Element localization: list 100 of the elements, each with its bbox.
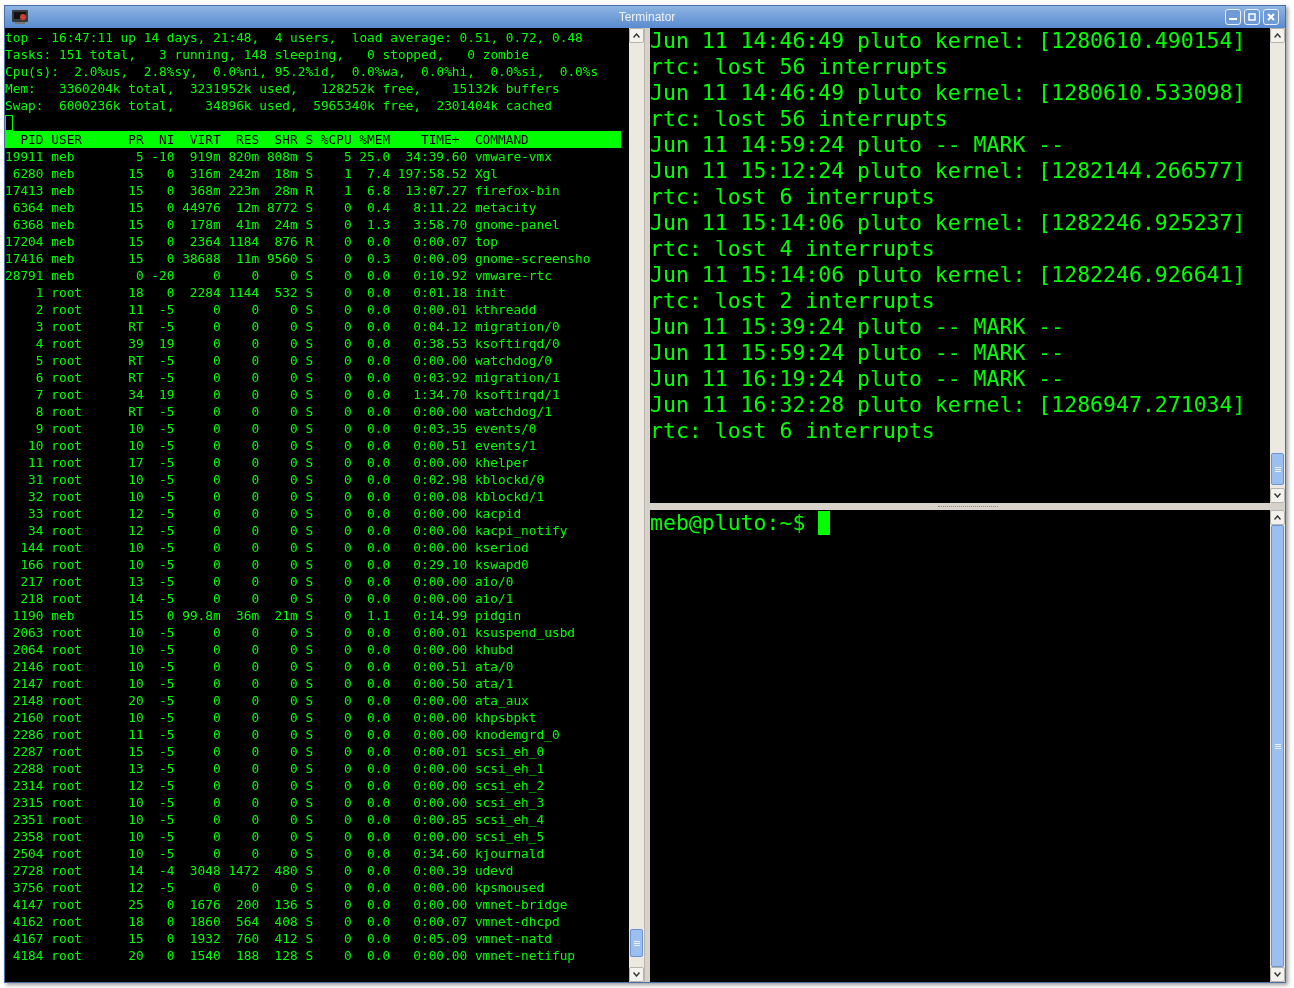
table-cell: S [305,267,314,284]
table-cell-text: 0:00.00 [412,573,468,590]
table-cell-text: 1860 [188,913,221,930]
table-cell-text: 0 [342,403,352,420]
scroll-thumb[interactable] [1271,525,1284,967]
table-cell-text: khelper [474,454,530,471]
chevron-down-icon [1274,493,1281,498]
table-cell-text: 2146 [11,658,44,675]
minimize-button[interactable] [1225,9,1241,25]
table-cell-text: -5 [158,369,175,386]
table-cell-text: kacpi_notify [474,522,569,539]
table-cell-text: meb [51,607,76,624]
table-cell-text: 0 [342,913,352,930]
table-cell-text: ksoftirqd/1 [474,386,561,403]
table-cell-text: 5 [34,352,44,369]
column-header[interactable]: RES [228,131,260,148]
table-cell-text: 0 [289,828,298,845]
table-cell-text: 3048 [188,862,221,879]
table-cell-text: 0 [342,437,352,454]
terminal-line: rtc: lost 6 interrupts [650,184,936,210]
table-cell-text: 0 [211,641,221,658]
table-cell-text: 0.0 [366,505,391,522]
column-header[interactable]: %CPU [320,131,352,148]
table-cell-text: 0 [342,556,352,573]
table-cell-text: gnome-screensho [474,250,592,267]
close-icon [1267,13,1275,21]
column-header[interactable]: USER [51,131,113,148]
scrollbar[interactable] [1270,510,1285,982]
table-cell-text: 0 [342,250,352,267]
table-cell: S [305,573,314,590]
scroll-up-button[interactable] [1270,28,1285,43]
table-cell-text: 0.3 [366,250,391,267]
table-cell-text: root [51,522,84,539]
terminal-pane[interactable] [5,28,629,982]
table-cell-text: khpsbpkt [474,709,538,726]
table-cell-text: root [51,777,84,794]
table-cell-text: 0.0 [366,692,391,709]
table-cell-text: root [51,760,84,777]
table-cell-text: 0 [289,641,298,658]
grip-icon [1274,743,1281,749]
table-cell-text: 0 [211,301,221,318]
table-cell-text: 32 [27,488,44,505]
table-cell: S [305,216,314,233]
column-header[interactable]: PR [120,131,144,148]
table-cell-text: 15 [127,743,144,760]
table-cell-text: root [51,352,84,369]
table-cell-text: 10 [127,420,144,437]
table-cell-text: 0 [289,403,298,420]
table-cell: 9560 [266,250,298,267]
terminal-pane[interactable]: meb@pluto:~$ [650,510,1270,982]
scroll-thumb[interactable] [1271,453,1284,485]
column-header[interactable]: %MEM [359,131,391,148]
column-header[interactable]: SHR [266,131,298,148]
table-cell-text: 41m [235,216,260,233]
column-header[interactable]: S [305,131,314,148]
table-cell-text: 2286 [11,726,44,743]
terminal-line: Jun 11 15:59:24 pluto -- MARK -- [650,340,1066,366]
column-header[interactable]: COMMAND [474,131,621,148]
terminal-pane[interactable] [650,28,1270,503]
terminal-line: Jun 11 14:46:49 pluto kernel: [1280610.490154] [650,28,1247,54]
scroll-down-button[interactable] [1270,967,1285,982]
column-header[interactable]: NI [151,131,175,148]
scroll-up-button[interactable] [1270,510,1285,525]
table-cell-text: 0 [250,403,260,420]
table-cell-text: 876 [273,233,298,250]
table-cell-text: 0.0 [366,420,391,437]
table-cell-text: 0 [250,624,260,641]
table-cell-text: 0:00.08 [412,488,468,505]
column-header[interactable]: PID [5,131,44,148]
table-cell-text: 0 [250,539,260,556]
column-header[interactable]: TIME+ [397,131,468,148]
table-cell-text: meb [51,165,76,182]
table-cell: S [305,607,314,624]
table-cell-text: 2284 [188,284,221,301]
table-cell-text: 0 [211,488,221,505]
table-cell: S [305,318,314,335]
scroll-down-button[interactable] [629,967,644,982]
table-cell-text: 10 [127,471,144,488]
scrollbar[interactable] [629,28,644,982]
table-cell-text: 0 [342,488,352,505]
scroll-down-button[interactable] [1270,488,1285,503]
scrollbar[interactable] [1270,28,1285,503]
table-cell-text: root [51,913,84,930]
table-cell-text: 0 [250,437,260,454]
table-cell-text: RT [127,369,144,386]
terminal-line: Jun 11 14:59:24 pluto -- MARK -- [650,132,1066,158]
table-cell-text: 0.0 [366,454,391,471]
terminal-line: rtc: lost 56 interrupts [650,54,949,80]
maximize-button[interactable] [1244,9,1260,25]
scroll-up-button[interactable] [629,28,644,43]
table-cell-text: root [51,641,84,658]
table-cell-text: 0 [211,471,221,488]
table-cell-text: root [51,301,84,318]
table-cell: 38688 [182,250,221,267]
scroll-thumb[interactable] [630,929,643,957]
table-cell-text: 2160 [11,709,44,726]
table-cell-text: 0.0 [366,352,391,369]
column-header[interactable]: VIRT [182,131,221,148]
table-cell-text: 6 [34,369,44,386]
table-cell-text: root [51,879,84,896]
